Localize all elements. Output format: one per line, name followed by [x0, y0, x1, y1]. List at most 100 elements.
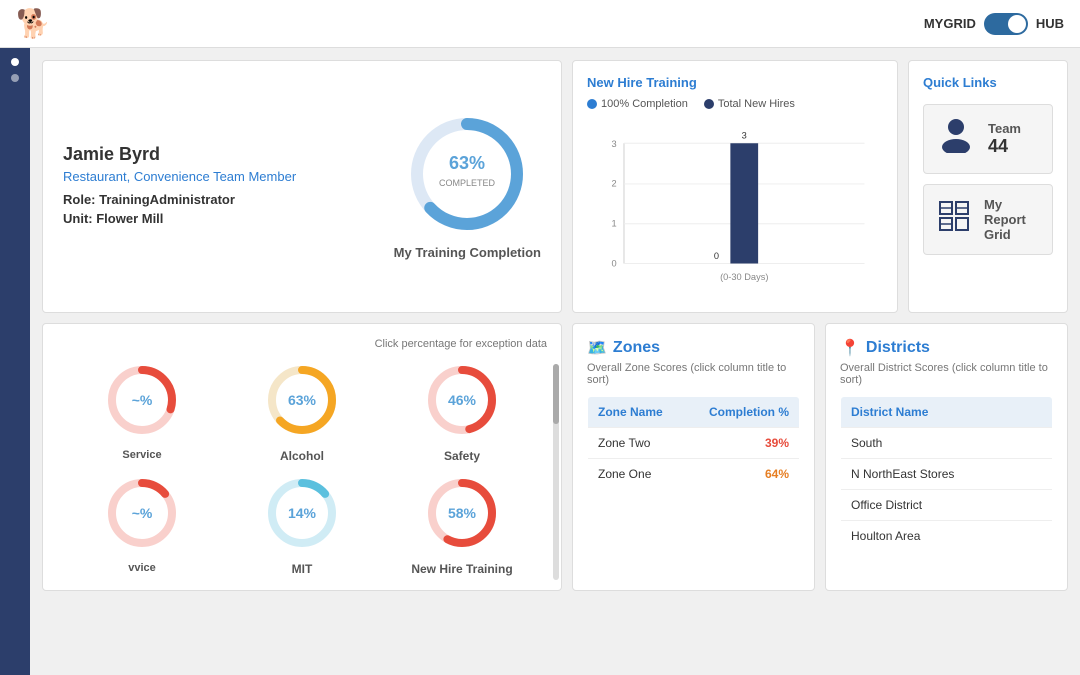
circle-item-safety[interactable]: 46% Safety: [387, 360, 537, 463]
mygrid-label: MYGRID: [924, 16, 976, 31]
role-value: TrainingAdministrator: [99, 192, 235, 207]
quicklink-team-count: 44: [988, 136, 1021, 157]
svg-text:(0-30 Days): (0-30 Days): [720, 272, 768, 282]
svg-text:~%: ~%: [132, 392, 153, 408]
profile-info: Jamie Byrd Restaurant, Convenience Team …: [63, 144, 364, 230]
zone-name: Zone Two: [588, 428, 685, 459]
circles-grid: ~% Service 63% Alcohol: [57, 360, 547, 576]
districts-table-row[interactable]: N NorthEast Stores: [841, 459, 1053, 490]
profile-unit-detail: Unit: Flower Mill: [63, 211, 364, 226]
circles-card: Click percentage for exception data ~% S…: [42, 323, 562, 591]
toggle-thumb: [1008, 15, 1026, 33]
districts-subtitle: Overall District Scores (click column ti…: [840, 362, 1053, 386]
svg-text:~%: ~%: [132, 505, 153, 521]
district-name: South: [841, 428, 1053, 459]
quicklink-team-info: Team 44: [988, 121, 1021, 157]
circle-svg-left2: ~%: [102, 473, 182, 553]
top-row: Jamie Byrd Restaurant, Convenience Team …: [42, 60, 1068, 313]
unit-label: Unit:: [63, 211, 93, 226]
circles-hint: Click percentage for exception data: [57, 338, 547, 350]
svg-text:2: 2: [611, 179, 616, 189]
svg-text:3: 3: [742, 131, 747, 141]
quicklink-team[interactable]: Team 44: [923, 104, 1053, 174]
legend-label-completion: 100% Completion: [601, 98, 688, 110]
bar-chart-svg: 0 1 2 3 3 0 (0-30 Days): [587, 118, 883, 298]
svg-text:3: 3: [611, 139, 616, 149]
circle-svg-left1: ~%: [102, 360, 182, 440]
zones-title: 🗺️ Zones: [587, 338, 800, 358]
legend-item-completion: 100% Completion: [587, 98, 688, 110]
circle-item-left2[interactable]: ~% vvice: [67, 473, 217, 576]
zones-col-pct[interactable]: Completion %: [685, 397, 800, 428]
zones-table: Zone Name Completion % Zone Two39%Zone O…: [587, 396, 800, 490]
zones-col-name[interactable]: Zone Name: [588, 397, 685, 428]
profile-role-detail: Role: TrainingAdministrator: [63, 192, 364, 207]
bar-chart-area: 0 1 2 3 3 0 (0-30 Days): [587, 118, 883, 298]
circle-svg-mit: 14%: [262, 473, 342, 553]
donut-title: My Training Completion: [394, 245, 541, 260]
donut-container: 63% COMPLETED My Training Completion: [394, 114, 541, 260]
left-nav: [0, 48, 30, 675]
circle-item-newhire[interactable]: 58% New Hire Training: [387, 473, 537, 576]
hub-label: HUB: [1036, 16, 1064, 31]
districts-table-row[interactable]: Houlton Area: [841, 521, 1053, 552]
zones-table-row[interactable]: Zone One64%: [588, 459, 800, 490]
toggle-area[interactable]: MYGRID HUB: [924, 13, 1064, 35]
header: 🐕 MYGRID HUB: [0, 0, 1080, 48]
quicklink-report-grid[interactable]: My Report Grid: [923, 184, 1053, 255]
circle-label-mit: MIT: [227, 562, 377, 576]
scrollbar-thumb[interactable]: [553, 364, 559, 424]
logo-area: 🐕: [16, 7, 51, 40]
districts-card: 📍 Districts Overall District Scores (cli…: [825, 323, 1068, 591]
districts-table-row[interactable]: South: [841, 428, 1053, 459]
quicklink-team-label: Team: [988, 121, 1021, 136]
barchart-title: New Hire Training: [587, 75, 883, 90]
unit-value: Flower Mill: [96, 211, 163, 226]
district-name: Houlton Area: [841, 521, 1053, 552]
zones-table-row[interactable]: Zone Two39%: [588, 428, 800, 459]
barchart-legend: 100% Completion Total New Hires: [587, 98, 883, 110]
district-name: N NorthEast Stores: [841, 459, 1053, 490]
legend-item-total: Total New Hires: [704, 98, 795, 110]
circle-svg-newhire: 58%: [422, 473, 502, 553]
circle-label-newhire: New Hire Training: [387, 562, 537, 576]
circle-item-alcohol[interactable]: 63% Alcohol: [227, 360, 377, 463]
district-name: Office District: [841, 490, 1053, 521]
main-content: Jamie Byrd Restaurant, Convenience Team …: [30, 48, 1080, 603]
districts-table: District Name SouthN NorthEast StoresOff…: [840, 396, 1053, 552]
svg-text:58%: 58%: [448, 505, 477, 521]
scrollbar-track[interactable]: [553, 364, 559, 580]
role-label: Role:: [63, 192, 96, 207]
dog-logo-icon: 🐕: [16, 7, 51, 40]
circle-label-alcohol: Alcohol: [227, 449, 377, 463]
districts-table-row[interactable]: Office District: [841, 490, 1053, 521]
circle-item-mit[interactable]: 14% MIT: [227, 473, 377, 576]
zones-icon: 🗺️: [587, 338, 607, 358]
svg-text:1: 1: [611, 219, 616, 229]
profile-role: Restaurant, Convenience Team Member: [63, 169, 364, 184]
donut-chart: 63% COMPLETED: [407, 114, 527, 234]
quicklinks-title: Quick Links: [923, 75, 1053, 90]
svg-text:14%: 14%: [288, 505, 317, 521]
zones-card: 🗺️ Zones Overall Zone Scores (click colu…: [572, 323, 815, 591]
zone-pct: 39%: [685, 428, 800, 459]
quicklinks-card: Quick Links Team 44: [908, 60, 1068, 313]
circle-svg-safety: 46%: [422, 360, 502, 440]
svg-text:63%: 63%: [288, 392, 317, 408]
circle-svg-alcohol: 63%: [262, 360, 342, 440]
districts-icon: 📍: [840, 338, 860, 358]
legend-label-total: Total New Hires: [718, 98, 795, 110]
quicklink-report-grid-label: My Report Grid: [984, 197, 1040, 242]
svg-text:COMPLETED: COMPLETED: [439, 178, 496, 188]
toggle-switch[interactable]: [984, 13, 1028, 35]
circle-item-left1[interactable]: ~% Service: [67, 360, 217, 463]
svg-text:0: 0: [714, 251, 719, 261]
team-icon: [936, 117, 976, 161]
svg-text:63%: 63%: [449, 153, 485, 173]
profile-card: Jamie Byrd Restaurant, Convenience Team …: [42, 60, 562, 313]
districts-title: 📍 Districts: [840, 338, 1053, 358]
districts-col-name[interactable]: District Name: [841, 397, 1053, 428]
left-nav-dot: [11, 74, 19, 82]
circle-label-safety: Safety: [387, 449, 537, 463]
zone-name: Zone One: [588, 459, 685, 490]
